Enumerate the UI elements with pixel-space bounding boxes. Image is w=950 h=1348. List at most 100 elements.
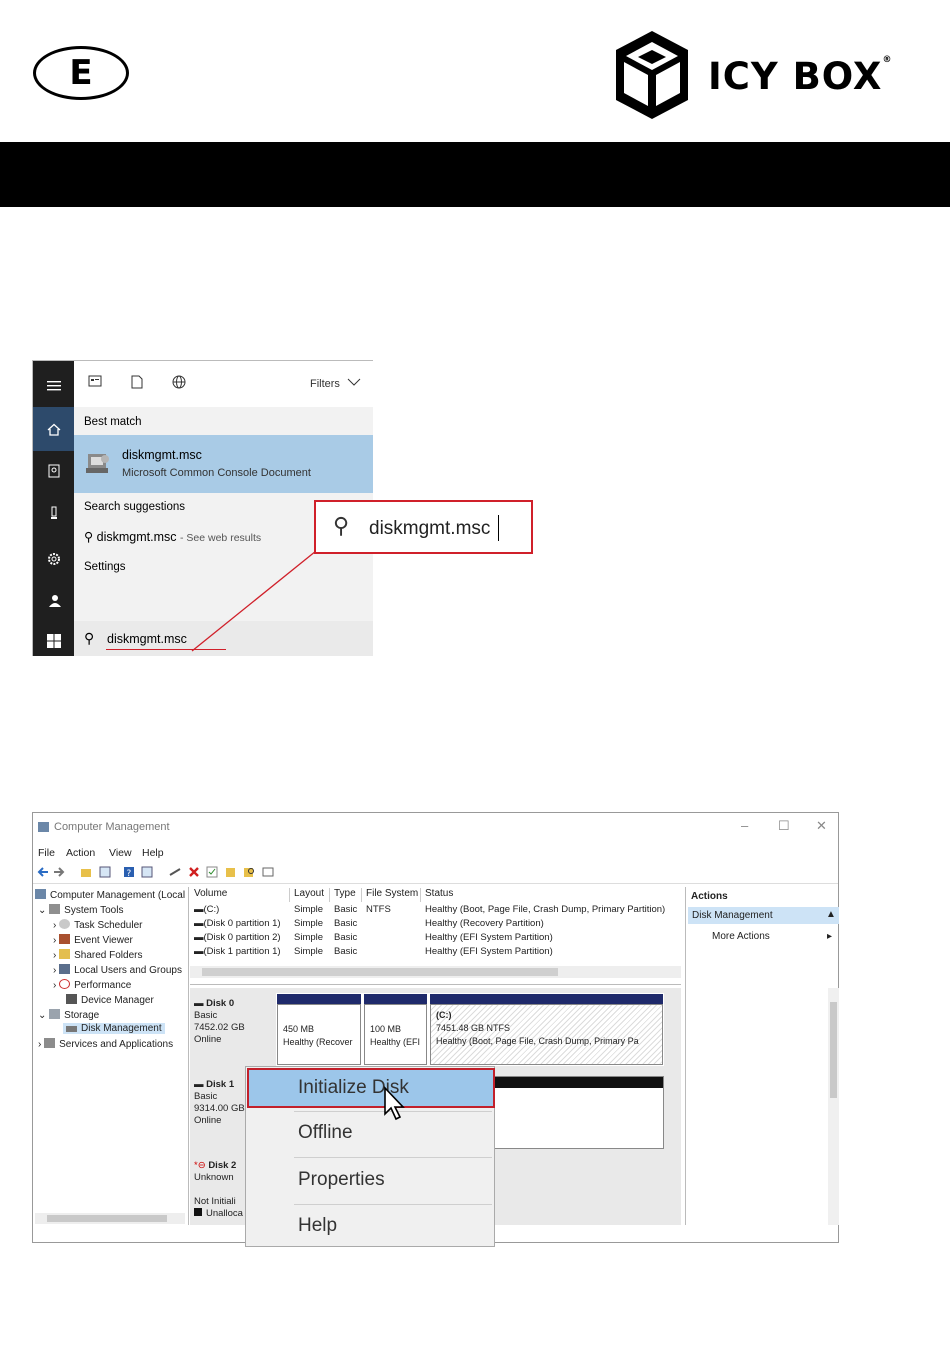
search-folder-icon[interactable] bbox=[243, 866, 255, 878]
menu-help[interactable]: Help bbox=[142, 847, 164, 859]
storage-icon bbox=[49, 1009, 61, 1019]
volume-status: Healthy (Recovery Partition) bbox=[425, 918, 544, 929]
minimize-button[interactable]: – bbox=[741, 818, 748, 833]
up-folder-icon[interactable] bbox=[80, 866, 92, 878]
col-type[interactable]: Type bbox=[330, 888, 362, 902]
connect-icon[interactable] bbox=[169, 866, 181, 878]
c-partition[interactable]: (C:) 7451.48 GB NTFS Healthy (Boot, Page F… bbox=[430, 1004, 663, 1065]
bulb-icon[interactable] bbox=[33, 491, 74, 535]
menu-separator bbox=[294, 1157, 492, 1158]
suggestion-suffix: - See web results bbox=[180, 532, 262, 544]
menu-view[interactable]: View bbox=[109, 847, 132, 859]
partition-bar bbox=[430, 994, 663, 1004]
zoomed-query: diskmgmt.msc bbox=[369, 518, 491, 539]
people-icon[interactable] bbox=[33, 579, 74, 623]
suggestions-heading: Search suggestions bbox=[84, 501, 186, 513]
forward-icon[interactable] bbox=[53, 866, 65, 878]
window-title: Computer Management bbox=[54, 821, 170, 833]
disk2-label[interactable]: *⊖ Disk 2 Unknown Not Initiali Unalloca bbox=[194, 1160, 243, 1220]
col-status[interactable]: Status bbox=[421, 888, 679, 902]
volume-status: Healthy (EFI System Partition) bbox=[425, 946, 553, 957]
chevron-right-icon: › bbox=[53, 920, 60, 931]
search-icon: ⚲ bbox=[84, 630, 95, 646]
registered-mark: ® bbox=[882, 55, 893, 65]
filters-dropdown[interactable]: Filters bbox=[310, 378, 361, 390]
computer-management-icon bbox=[38, 822, 49, 832]
tree-task-scheduler[interactable]: › Task Scheduler bbox=[53, 919, 142, 931]
services-icon bbox=[44, 1038, 56, 1048]
show-hide-tree-icon[interactable] bbox=[99, 866, 111, 878]
col-volume[interactable]: Volume bbox=[190, 888, 290, 902]
best-match-result[interactable]: diskmgmt.msc Microsoft Common Console Do… bbox=[74, 435, 373, 493]
tree-performance[interactable]: › Performance bbox=[53, 979, 131, 991]
menu-offline[interactable]: Offline bbox=[298, 1122, 353, 1144]
tree-device-manager[interactable]: Device Manager bbox=[66, 994, 154, 1006]
menu-file[interactable]: File bbox=[38, 847, 55, 859]
disk0-partitions: 450 MB Healthy (Recover 100 MB Healthy (EF… bbox=[276, 993, 664, 1066]
result-title: diskmgmt.msc bbox=[122, 448, 202, 462]
disk1-label[interactable]: ▬ Disk 1 Basic 9314.00 GB Online bbox=[194, 1079, 245, 1127]
tree-local-users[interactable]: › Local Users and Groups bbox=[53, 964, 182, 976]
open-icon[interactable] bbox=[225, 866, 237, 878]
volume-scrollbar[interactable] bbox=[190, 966, 681, 978]
menu-help[interactable]: Help bbox=[298, 1215, 337, 1237]
device-manager-icon bbox=[66, 994, 77, 1004]
filters-label: Filters bbox=[309, 378, 340, 390]
delete-icon[interactable] bbox=[188, 866, 200, 878]
col-layout[interactable]: Layout bbox=[290, 888, 330, 902]
shared-folder-icon bbox=[59, 949, 71, 959]
disk-icon bbox=[66, 1026, 77, 1032]
home-icon[interactable] bbox=[33, 407, 74, 451]
maximize-button[interactable]: ☐ bbox=[778, 818, 790, 834]
volume-name: ▬ (Disk 0 partition 1) bbox=[194, 918, 281, 929]
performance-icon bbox=[59, 979, 71, 989]
caret-up-icon: ▲ bbox=[826, 909, 836, 920]
hamburger-icon[interactable] bbox=[33, 364, 74, 408]
check-icon[interactable] bbox=[206, 866, 218, 878]
more-actions[interactable]: More Actions ▸ bbox=[712, 931, 832, 942]
tree-computer-management[interactable]: Computer Management (Local bbox=[35, 889, 185, 901]
menu-properties[interactable]: Properties bbox=[298, 1169, 385, 1191]
properties-icon[interactable] bbox=[141, 866, 153, 878]
svg-text:?: ? bbox=[127, 869, 132, 878]
recovery-partition[interactable]: 450 MB Healthy (Recover bbox=[277, 1004, 361, 1065]
chevron-right-icon: › bbox=[53, 980, 60, 991]
volume-type: Basic bbox=[334, 918, 358, 929]
document-icon[interactable] bbox=[131, 375, 143, 392]
disk0-label[interactable]: ▬ Disk 0 Basic 7452.02 GB Online bbox=[194, 998, 245, 1046]
tools-icon bbox=[49, 904, 61, 914]
event-viewer-icon bbox=[59, 934, 71, 944]
windows-icon[interactable] bbox=[33, 619, 74, 663]
suggestion-item[interactable]: ⚲ diskmgmt.msc - See web results bbox=[84, 529, 261, 544]
unallocated-legend: Unalloca bbox=[194, 1208, 243, 1219]
icy-box-logo-icon bbox=[616, 31, 688, 119]
tree-disk-management[interactable]: Disk Management bbox=[63, 1023, 165, 1034]
view-icon[interactable] bbox=[262, 866, 274, 878]
volume-layout: Simple bbox=[294, 946, 324, 957]
tree-shared-folders[interactable]: › Shared Folders bbox=[53, 949, 142, 961]
menu-action[interactable]: Action bbox=[66, 847, 95, 859]
context-menu: Initialize Disk Offline Properties Help bbox=[245, 1066, 495, 1247]
settings-icon[interactable] bbox=[33, 537, 74, 581]
tree-scrollbar[interactable] bbox=[35, 1213, 185, 1224]
volume-layout: Simple bbox=[294, 932, 324, 943]
actions-disk-management[interactable]: Disk Management ▲ bbox=[688, 907, 839, 924]
scroll-thumb[interactable] bbox=[47, 1215, 167, 1222]
tree-event-viewer[interactable]: › Event Viewer bbox=[53, 934, 133, 946]
globe-icon[interactable] bbox=[172, 375, 186, 392]
volume-layout: Simple bbox=[294, 918, 324, 929]
efi-partition[interactable]: 100 MB Healthy (EFI bbox=[364, 1004, 427, 1065]
language-code: E bbox=[69, 53, 93, 93]
apps-icon[interactable] bbox=[88, 375, 102, 390]
scroll-thumb[interactable] bbox=[202, 968, 558, 976]
tree-system-tools[interactable]: ⌄ System Tools bbox=[38, 904, 123, 916]
text-caret bbox=[498, 515, 499, 541]
back-icon[interactable] bbox=[37, 866, 49, 878]
col-file-system[interactable]: File System bbox=[362, 888, 421, 902]
tree-storage[interactable]: ⌄ Storage bbox=[38, 1009, 99, 1021]
tree-services[interactable]: › Services and Applications bbox=[38, 1038, 173, 1050]
help-icon[interactable]: ? bbox=[123, 866, 135, 878]
documents-icon[interactable] bbox=[33, 449, 74, 493]
best-match-heading: Best match bbox=[84, 416, 142, 428]
close-button[interactable]: ✕ bbox=[816, 818, 827, 834]
